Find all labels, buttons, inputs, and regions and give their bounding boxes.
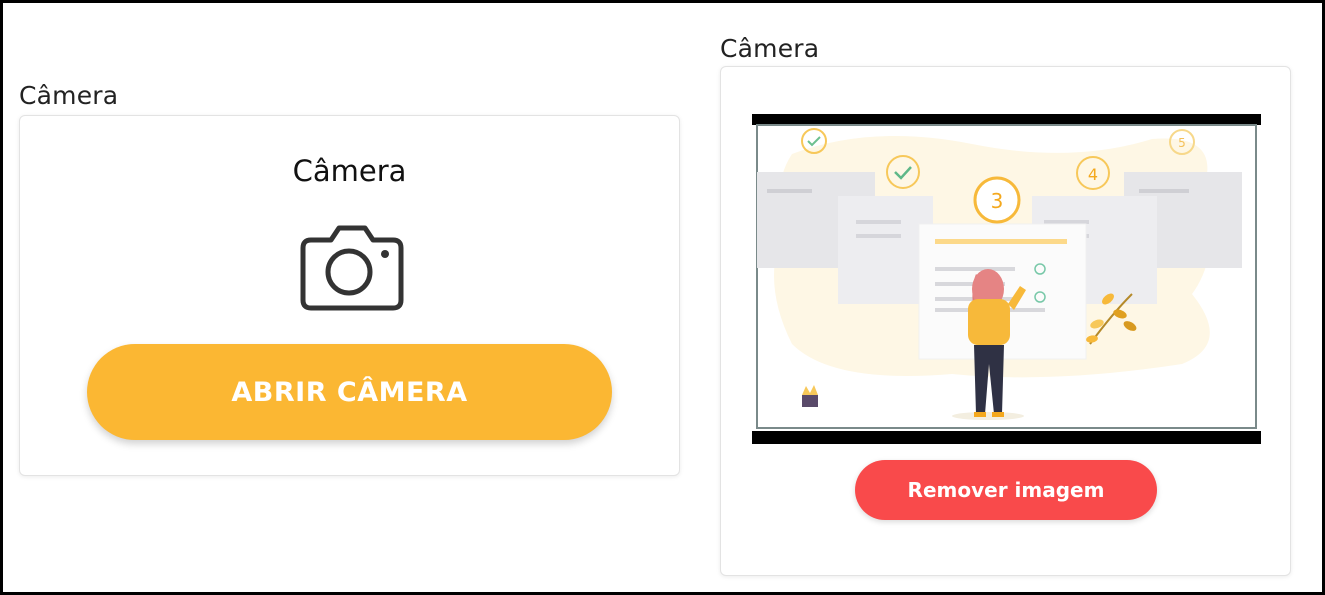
remove-image-button[interactable]: Remover imagem (855, 460, 1157, 520)
camera-preview-card: 3 4 5 Remover imagem (720, 66, 1291, 576)
left-section-label: Câmera (19, 81, 119, 110)
open-camera-button[interactable]: ABRIR CÂMERA (87, 344, 612, 440)
step-4-label: 4 (1088, 165, 1098, 184)
card-title: Câmera (292, 154, 407, 188)
checklist-illustration: 3 4 5 (752, 124, 1261, 431)
camera-card: Câmera ABRIR CÂMERA (19, 115, 680, 476)
camera-icon (300, 225, 404, 311)
captured-image-preview: 3 4 5 (752, 114, 1261, 444)
step-3-label: 3 (991, 189, 1004, 213)
app-frame: Câmera Câmera ABRIR CÂMERA Câmera 3 4 5 … (0, 0, 1325, 595)
right-section-label: Câmera (720, 34, 820, 63)
step-5-label: 5 (1178, 136, 1186, 150)
